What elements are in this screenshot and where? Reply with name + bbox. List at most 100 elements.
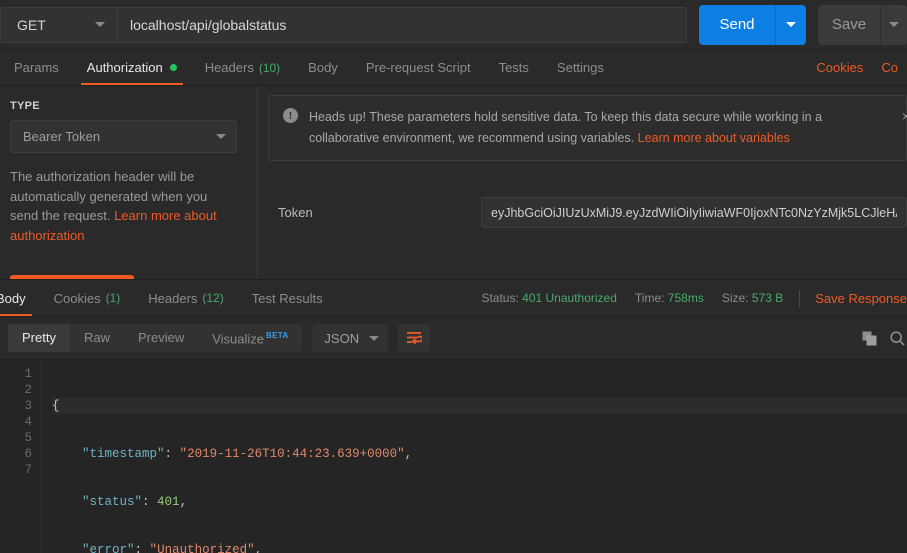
line-number: 7 xyxy=(24,463,32,477)
json-value-status: 401 xyxy=(157,495,180,509)
send-button[interactable]: Send xyxy=(699,4,775,45)
view-pretty[interactable]: Pretty xyxy=(8,324,70,352)
tab-label: Headers xyxy=(148,290,198,306)
line-number: 1 xyxy=(24,367,32,381)
tab-authorization[interactable]: Authorization xyxy=(73,50,191,85)
notice-learn-more-link[interactable]: Learn more about variables xyxy=(638,131,790,145)
response-tab-headers[interactable]: Headers (12) xyxy=(134,280,237,316)
time-label: Time: xyxy=(634,291,665,305)
response-language-value: JSON xyxy=(324,330,360,346)
cookies-link[interactable]: Cookies xyxy=(807,60,872,75)
line-number: 4 xyxy=(24,415,32,429)
tab-label: Params xyxy=(14,60,59,75)
notice-text: Heads up! These parameters hold sensitiv… xyxy=(309,107,869,148)
divider xyxy=(799,289,801,307)
search-button[interactable] xyxy=(890,330,905,346)
sensitive-data-notice: ! Heads up! These parameters hold sensit… xyxy=(268,95,907,162)
request-url-bar: GET Send Save xyxy=(0,0,907,50)
chevron-down-icon xyxy=(786,22,796,27)
auth-active-dot-icon xyxy=(169,64,177,71)
line-number: 3 xyxy=(24,399,32,413)
auth-fields-column: ! Heads up! These parameters hold sensit… xyxy=(258,86,907,279)
info-exclamation-icon: ! xyxy=(283,108,298,123)
tab-label: Authorization xyxy=(86,60,163,75)
response-tab-body[interactable]: Body xyxy=(0,280,40,316)
time-value: 758ms xyxy=(667,291,704,305)
tab-label: Test Results xyxy=(251,290,323,306)
tab-label: Settings xyxy=(556,60,604,75)
response-meta: Status: 401 Unauthorized Time: 758ms Siz… xyxy=(463,280,907,316)
http-method-label: GET xyxy=(17,16,46,33)
tab-label: Body xyxy=(0,290,26,306)
token-field-row: Token xyxy=(268,197,907,229)
auth-type-heading: TYPE xyxy=(10,100,40,112)
tab-settings[interactable]: Settings xyxy=(543,50,618,85)
code-link[interactable]: Co xyxy=(872,60,907,75)
auth-type-select[interactable]: Bearer Token xyxy=(10,120,237,153)
save-button[interactable]: Save xyxy=(818,4,880,45)
status-badge: 401 Unauthorized xyxy=(522,291,617,305)
line-number: 6 xyxy=(24,447,32,461)
size-value: 573 B xyxy=(751,291,784,305)
send-options-button[interactable] xyxy=(775,4,806,45)
word-wrap-icon xyxy=(407,332,423,345)
tab-pre-request-script[interactable]: Pre-request Script xyxy=(352,50,485,85)
chevron-down-icon xyxy=(216,134,226,139)
response-tab-test-results[interactable]: Test Results xyxy=(238,280,337,316)
response-view-switcher: Pretty Raw Preview Visualize BETA xyxy=(8,324,303,352)
line-number-gutter: 1 2 3 4 5 6 7 xyxy=(0,360,42,553)
json-value-timestamp: 2019-11-26T10:44:23.639+0000 xyxy=(187,447,398,461)
request-tab-bar: Params Authorization Headers (10) Body P… xyxy=(0,50,907,86)
tab-params[interactable]: Params xyxy=(0,50,73,85)
copy-button[interactable] xyxy=(862,331,877,346)
authorization-panel: TYPE Bearer Token The authorization head… xyxy=(0,86,907,305)
token-label: Token xyxy=(278,205,313,221)
status-meta: Status: 401 Unauthorized xyxy=(481,291,616,305)
line-number: 2 xyxy=(24,383,32,397)
auth-description: The authorization header will be automat… xyxy=(10,167,237,245)
tab-tests[interactable]: Tests xyxy=(485,50,543,85)
request-tabbar-actions: Cookies Co xyxy=(807,50,907,85)
view-visualize[interactable]: Visualize BETA xyxy=(198,324,302,352)
word-wrap-button[interactable] xyxy=(398,324,431,352)
auth-type-value: Bearer Token xyxy=(23,129,101,144)
view-raw[interactable]: Raw xyxy=(70,324,124,352)
code-line: "timestamp": "2019-11-26T10:44:23.639+00… xyxy=(82,447,413,461)
response-language-select[interactable]: JSON xyxy=(312,324,389,352)
size-meta: Size: 573 B xyxy=(722,291,783,305)
code-line: "error": "Unauthorized", xyxy=(52,542,907,553)
save-options-button[interactable] xyxy=(880,4,907,45)
tab-count: (12) xyxy=(202,291,224,305)
save-button-group: Save xyxy=(818,4,907,45)
response-format-bar: Pretty Raw Preview Visualize BETA JSON xyxy=(0,317,907,360)
copy-icon xyxy=(862,331,877,345)
tab-body[interactable]: Body xyxy=(294,50,352,85)
view-visualize-label: Visualize xyxy=(212,331,265,347)
status-label: Status: xyxy=(481,291,519,305)
tab-label: Tests xyxy=(498,60,529,75)
response-tab-cookies[interactable]: Cookies (1) xyxy=(40,280,135,316)
send-button-group: Send xyxy=(699,4,806,45)
http-method-select[interactable]: GET xyxy=(0,6,117,43)
token-input[interactable] xyxy=(481,197,907,229)
json-code: { "timestamp": "2019-11-26T10:44:23.639+… xyxy=(42,360,907,553)
chevron-down-icon xyxy=(889,22,899,27)
postman-window: GET Send Save Params Authorization Heade… xyxy=(0,0,907,553)
code-line: "status": 401, xyxy=(82,495,188,509)
view-preview[interactable]: Preview xyxy=(124,324,198,352)
close-icon[interactable]: × xyxy=(902,109,907,123)
request-url-input[interactable] xyxy=(117,6,687,43)
tab-label: Cookies xyxy=(53,290,101,306)
tab-count: (10) xyxy=(258,60,281,75)
code-line: { xyxy=(52,398,907,414)
line-number: 5 xyxy=(24,431,32,445)
response-actions xyxy=(862,330,907,346)
beta-badge: BETA xyxy=(266,331,289,341)
auth-type-column: TYPE Bearer Token The authorization head… xyxy=(0,86,258,305)
chevron-down-icon xyxy=(95,22,105,27)
tab-headers[interactable]: Headers (10) xyxy=(191,50,294,85)
response-body-viewer[interactable]: 1 2 3 4 5 6 7 { "timestamp": "2019-11-26… xyxy=(0,360,907,553)
chevron-down-icon xyxy=(369,335,380,341)
save-response-button[interactable]: Save Response xyxy=(815,291,907,306)
response-tab-bar: Body Cookies (1) Headers (12) Test Resul… xyxy=(0,279,907,317)
